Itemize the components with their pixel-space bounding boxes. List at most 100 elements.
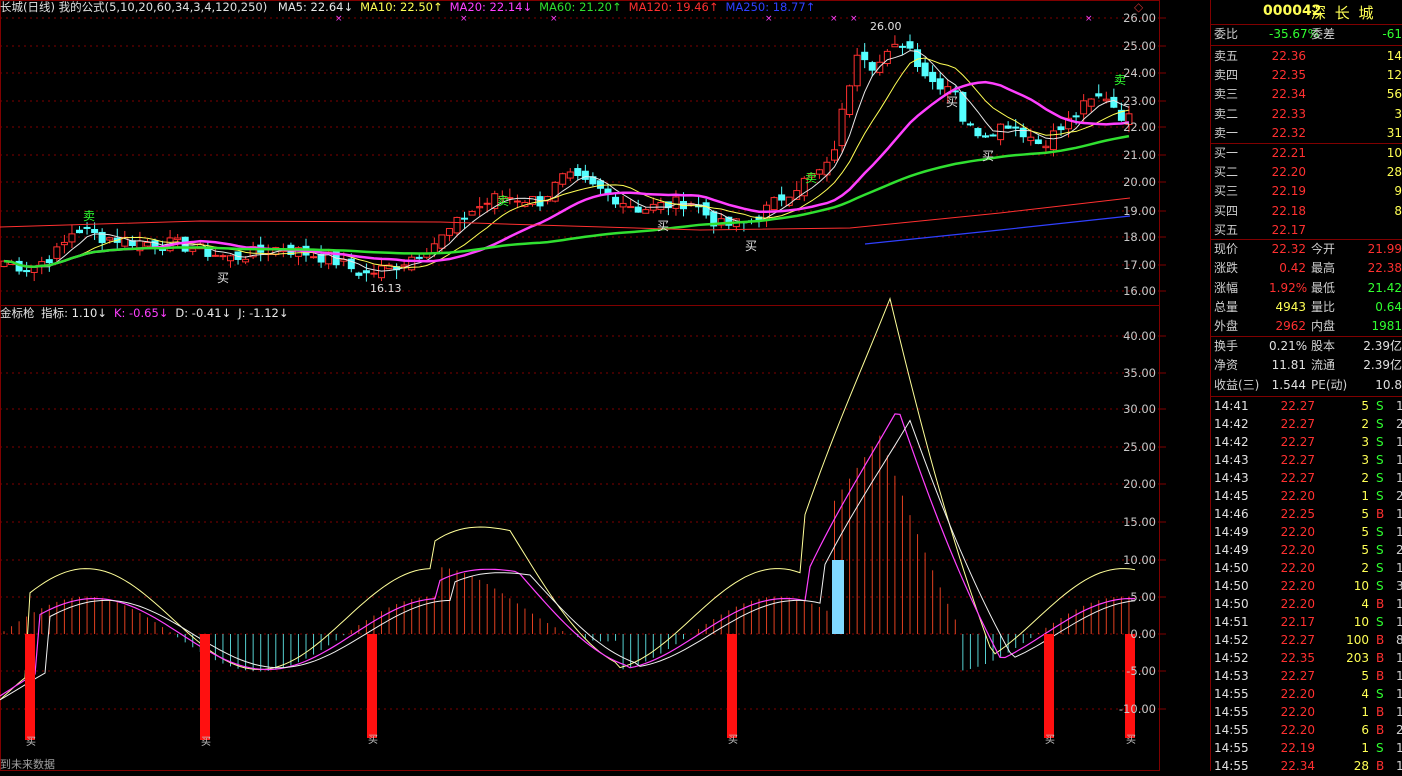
candle-body	[445, 228, 453, 236]
ask-volume: 3	[1394, 106, 1402, 121]
tick-side: B	[1376, 651, 1385, 665]
candle-body	[355, 272, 363, 276]
stat-label: 量比	[1311, 299, 1336, 314]
buy-signal-label: 买	[657, 219, 669, 233]
tick-price: 22.27	[1280, 417, 1315, 431]
tick-price: 22.20	[1280, 705, 1315, 719]
tick-time: 14:45	[1214, 489, 1249, 503]
bid-row: 买一 22.21 10	[1211, 144, 1402, 163]
tick-count: 1	[1396, 741, 1402, 755]
bid-price: 22.18	[1271, 203, 1306, 218]
signal-bar-label: 买	[1045, 734, 1055, 746]
sell-signal-label: 卖	[805, 171, 817, 185]
tick-side: B	[1376, 723, 1385, 737]
bid-price: 22.21	[1271, 146, 1306, 160]
candle-body	[219, 255, 227, 258]
stat-label: 现价	[1214, 242, 1239, 256]
candle-body	[770, 197, 778, 211]
tick-count: 1	[1396, 615, 1402, 629]
ask-label: 卖三	[1214, 87, 1239, 102]
indicator-header: 金标枪 指标: 1.10↓ K: -0.65↓ D: -0.41↓ J: -1.12↓	[0, 306, 303, 320]
candle-body	[1042, 145, 1050, 149]
tick-side: S	[1376, 525, 1384, 539]
candle-body	[1095, 93, 1103, 97]
candle-body	[815, 169, 823, 175]
candle-body	[91, 229, 99, 233]
tick-time: 14:55	[1214, 705, 1249, 719]
marker-x: ×	[1085, 14, 1093, 24]
tick-row: 14:53 22.27 5 B 1	[1211, 667, 1402, 686]
d-line	[0, 419, 1136, 701]
stat-label: 内盘	[1311, 319, 1336, 334]
main-chart-header: 长城(日线) 我的公式(5,10,20,60,34,3,4,120,250) M…	[0, 0, 1160, 14]
ask-label: 卖四	[1214, 68, 1239, 83]
tick-price: 22.27	[1280, 435, 1315, 449]
kline-chart[interactable]: 26.0016.13卖卖卖卖买买买买买× × × × × × ×买买买买买买	[0, 0, 1402, 771]
candle-body	[891, 43, 899, 48]
stat-value: 21.99	[1367, 242, 1402, 256]
indicator-legend-item-3: J: -1.12↓	[238, 306, 289, 320]
tick-side: B	[1376, 669, 1385, 683]
tick-row: 14:42 22.27 2 S 2	[1211, 415, 1402, 434]
tick-volume: 2	[1361, 417, 1369, 431]
tick-price: 22.20	[1280, 687, 1315, 701]
low-price-label: 16.13	[370, 282, 402, 295]
marker-x: ×	[460, 14, 468, 24]
ask-volume: 14	[1386, 49, 1402, 63]
tick-time: 14:55	[1214, 759, 1249, 773]
indicator-axis-label: -5.00	[1126, 664, 1156, 678]
tick-volume: 4	[1361, 687, 1369, 701]
tick-count: 1	[1396, 435, 1402, 449]
indicator-axis-label: 10.00	[1123, 553, 1156, 567]
panel-separator	[1211, 45, 1402, 46]
tick-row: 14:51 22.17 10 S 1	[1211, 613, 1402, 632]
candle-body	[838, 108, 846, 147]
tick-volume: 5	[1361, 507, 1369, 521]
tick-count: 3	[1396, 579, 1402, 593]
candle-body	[642, 209, 650, 214]
indicator-axis-label: -10.00	[1118, 702, 1156, 716]
candle-body	[415, 256, 423, 259]
tick-row: 14:55 22.19 1 S 1	[1211, 739, 1402, 758]
price-axis-label: 22.00	[1123, 120, 1156, 134]
ma250-line	[864, 215, 1131, 245]
candle-body	[400, 264, 408, 267]
tick-side: S	[1376, 453, 1384, 467]
bid-price: 22.17	[1271, 222, 1306, 237]
candle-body	[1087, 98, 1095, 107]
tick-time: 14:43	[1214, 453, 1249, 467]
candle-body	[929, 71, 937, 83]
high-price-label: 26.00	[870, 20, 902, 33]
tick-volume: 5	[1361, 669, 1369, 683]
tick-volume: 10	[1353, 615, 1369, 629]
stat-value: 0.21%	[1269, 339, 1308, 353]
ask-label: 卖二	[1214, 106, 1239, 121]
signal-bar	[727, 634, 737, 738]
candle-body	[23, 270, 31, 273]
stat-label: 外盘	[1214, 319, 1239, 334]
price-axis-label: 26.00	[1123, 11, 1156, 25]
tick-side: S	[1376, 399, 1384, 413]
tick-volume: 3	[1361, 435, 1369, 449]
sell-signal-label: 卖	[497, 194, 509, 208]
candle-body	[921, 62, 929, 77]
candle-body	[566, 171, 574, 179]
price-axis-label: 20.00	[1123, 175, 1156, 189]
tick-side: B	[1376, 705, 1385, 719]
tick-count: 1	[1396, 705, 1402, 719]
tick-volume: 28	[1353, 759, 1369, 773]
candle-body	[143, 242, 151, 247]
tick-time: 14:50	[1214, 579, 1249, 593]
candle-body	[1049, 130, 1057, 151]
signal-bar-label: 买	[1126, 734, 1136, 746]
tick-volume: 5	[1361, 399, 1369, 413]
candle-body	[1057, 126, 1065, 131]
candle-body	[634, 206, 642, 213]
tick-row: 14:41 22.27 5 S 1	[1211, 397, 1402, 416]
indicator-axis-label: 30.00	[1123, 402, 1156, 416]
candle-body	[559, 173, 567, 185]
tick-count: 1	[1396, 561, 1402, 575]
tick-count: 1	[1396, 453, 1402, 467]
tick-row: 14:45 22.20 1 S 2	[1211, 487, 1402, 506]
j-line	[0, 297, 1136, 701]
